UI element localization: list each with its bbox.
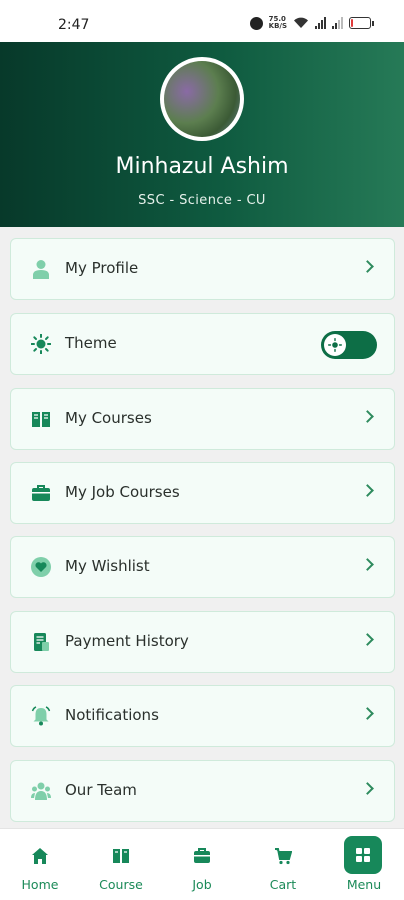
user-name: Minhazul Ashim [115, 154, 289, 179]
menu-item-label: My Profile [65, 259, 139, 277]
briefcase-icon [32, 485, 50, 501]
nav-cart[interactable]: Cart [243, 829, 323, 900]
nav-course[interactable]: Course [81, 829, 161, 900]
book-icon [32, 412, 50, 427]
nav-label: Menu [346, 877, 382, 892]
battery-icon [349, 17, 374, 29]
nav-label: Cart [269, 877, 297, 892]
menu-item-our-team[interactable]: Our Team [10, 760, 395, 822]
status-time: 2:47 [58, 17, 90, 33]
chevron-right-icon [361, 484, 374, 497]
menu-item-my-courses[interactable]: My Courses [10, 388, 395, 450]
sun-icon [328, 338, 342, 352]
grid-icon [356, 848, 370, 862]
nav-label: Course [99, 877, 143, 892]
wifi-icon [294, 17, 308, 28]
nav-home[interactable]: Home [0, 829, 80, 900]
menu-item-theme[interactable]: Theme [10, 313, 395, 375]
network-speed: 75.0 KB/S [269, 16, 287, 30]
book-icon [113, 849, 129, 863]
profile-photo [164, 61, 240, 137]
nav-menu[interactable]: Menu [324, 829, 404, 900]
menu-item-notifications[interactable]: Notifications [10, 685, 395, 747]
menu-item-payment-history[interactable]: Payment History [10, 611, 395, 673]
chevron-right-icon [361, 558, 374, 571]
menu-item-label: My Wishlist [65, 557, 150, 575]
group-icon [31, 782, 51, 800]
nav-job[interactable]: Job [162, 829, 242, 900]
cart-icon [275, 848, 292, 865]
signal-icon [332, 17, 343, 29]
chevron-right-icon [361, 633, 374, 646]
avatar[interactable] [160, 57, 244, 141]
status-icons: 75.0 KB/S [249, 16, 374, 30]
person-icon [33, 260, 49, 279]
receipt-icon [34, 633, 49, 651]
alarm-icon [249, 16, 263, 30]
toggle-knob [324, 334, 346, 356]
status-bar: 2:47 75.0 KB/S [0, 0, 404, 42]
menu-item-my-profile[interactable]: My Profile [10, 238, 395, 300]
nav-label: Home [21, 877, 59, 892]
nav-label: Job [192, 877, 212, 892]
menu-item-label: Payment History [65, 632, 189, 650]
menu-item-label: Notifications [65, 706, 159, 724]
menu-item-label: Our Team [65, 781, 137, 799]
briefcase-icon [194, 848, 210, 863]
profile-header: Minhazul Ashim SSC - Science - CU [0, 42, 404, 227]
menu-item-label: Theme [65, 334, 117, 352]
theme-toggle[interactable] [321, 331, 377, 359]
chevron-right-icon [361, 260, 374, 273]
chevron-right-icon [361, 782, 374, 795]
menu-item-label: My Job Courses [65, 483, 180, 501]
chevron-right-icon [361, 410, 374, 423]
chevron-right-icon [361, 707, 374, 720]
user-subtitle: SSC - Science - CU [138, 193, 266, 208]
heart-icon [31, 557, 51, 577]
menu-item-label: My Courses [65, 409, 152, 427]
home-icon [32, 848, 48, 864]
signal-icon [315, 17, 326, 29]
sun-icon [31, 334, 51, 354]
bottom-nav: Home Course Job Cart Menu [0, 828, 404, 900]
menu-item-my-wishlist[interactable]: My Wishlist [10, 536, 395, 598]
net-speed-unit: KB/S [268, 22, 287, 30]
bell-icon [31, 706, 51, 726]
menu-item-my-job-courses[interactable]: My Job Courses [10, 462, 395, 524]
